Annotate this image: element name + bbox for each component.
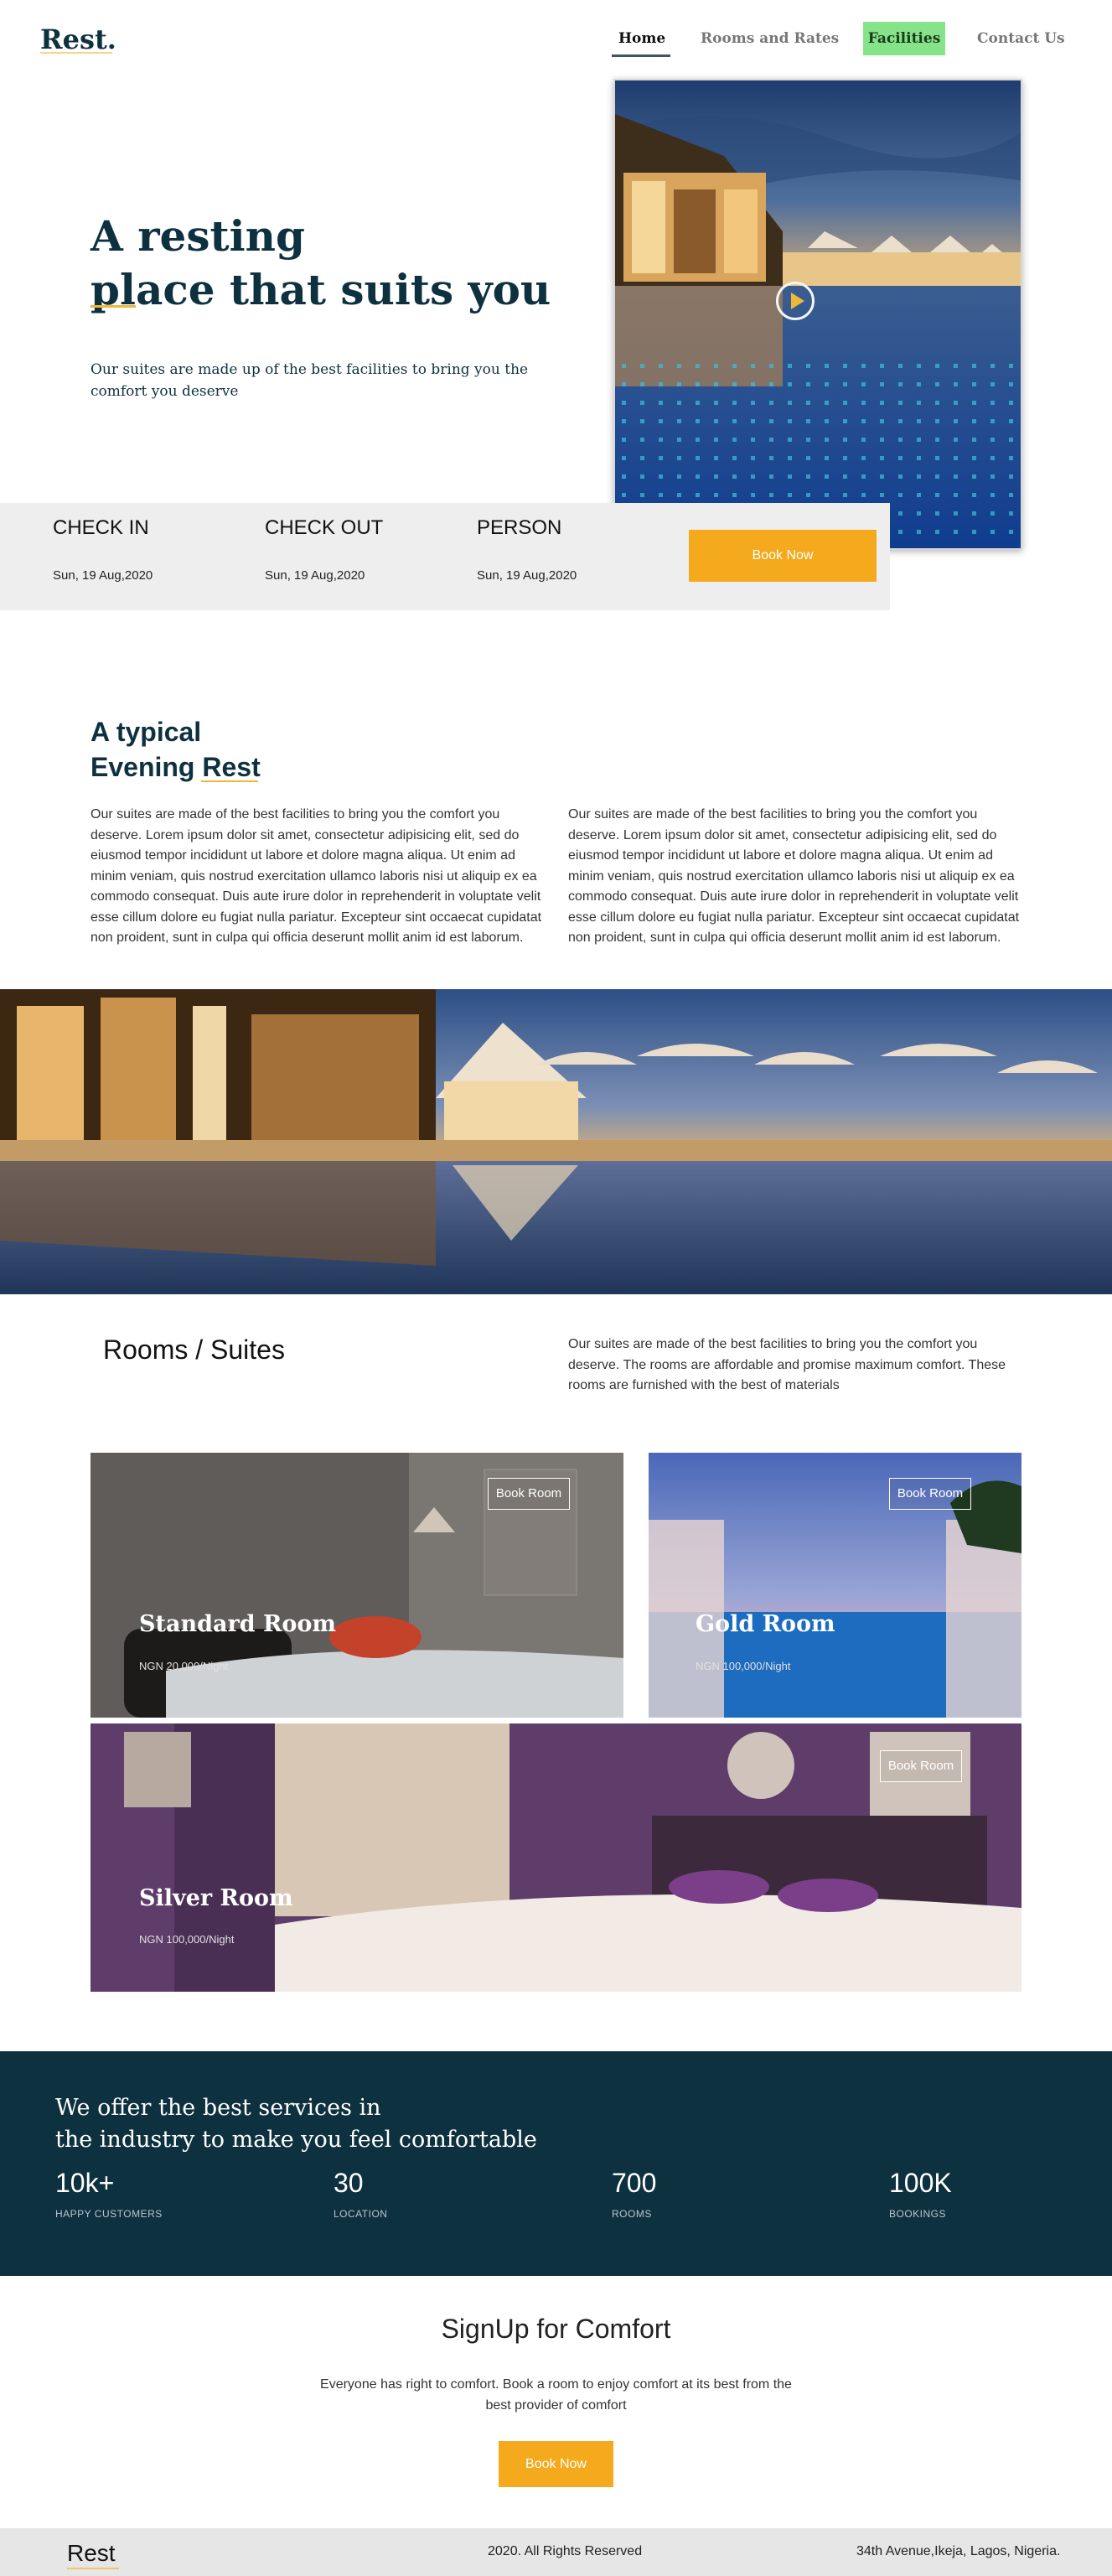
stats-title-line2: the industry to make you feel comfortabl…	[55, 2127, 537, 2153]
book-now-button[interactable]: Book Now	[689, 530, 877, 582]
standard-room-name: Standard Room	[139, 1611, 336, 1637]
signup-title: SignUp for Comfort	[441, 2314, 671, 2344]
stats-section	[0, 2051, 1112, 2276]
play-icon[interactable]	[776, 282, 815, 320]
silver-room-name: Silver Room	[139, 1885, 293, 1911]
evening-title-line1: A typical	[91, 717, 202, 747]
stats-title-line1: We offer the best services in	[55, 2095, 381, 2121]
check-out-label: CHECK OUT	[265, 516, 384, 539]
nav-facilities[interactable]: Facilities	[863, 22, 945, 55]
footer-copyright: 2020. All Rights Reserved	[488, 2544, 643, 2558]
evening-paragraph-right: Our suites are made of the best faciliti…	[568, 807, 1020, 945]
stat-value-customers: 10k+	[55, 2168, 115, 2198]
signup-text: Everyone has right to comfort. Book a ro…	[320, 2377, 792, 2413]
nav-contact-us[interactable]: Contact Us	[977, 30, 1065, 47]
hero-title-rule	[91, 305, 136, 308]
site-logo[interactable]: Rest.	[40, 23, 116, 55]
check-out-value[interactable]: Sun, 19 Aug,2020	[265, 568, 365, 583]
hero-subtitle: Our suites are made up of the best facil…	[91, 361, 529, 400]
rooms-section-description: Our suites are made of the best faciliti…	[568, 1337, 1006, 1392]
stat-value-location: 30	[334, 2168, 364, 2198]
footer-logo[interactable]: Rest	[67, 2540, 116, 2567]
silver-room-book-button[interactable]: Book Room	[880, 1750, 962, 1782]
footer-logo-underline	[67, 2568, 119, 2569]
stat-label-bookings: BOOKINGS	[889, 2208, 947, 2220]
stats-title: We offer the best services in the indust…	[55, 2092, 537, 2156]
nav-active-indicator	[612, 54, 670, 57]
standard-room-book-button[interactable]: Book Room	[488, 1478, 570, 1510]
stat-label-location: LOCATION	[334, 2208, 388, 2220]
gold-room-price: NGN 100,000/Night	[696, 1660, 791, 1672]
logo-underline	[40, 52, 112, 54]
person-label: PERSON	[477, 516, 562, 539]
stat-label-customers: HAPPY CUSTOMERS	[55, 2208, 163, 2220]
person-value[interactable]: Sun, 19 Aug,2020	[477, 568, 577, 583]
signup-book-now-button[interactable]: Book Now	[499, 2441, 613, 2487]
hero-title-line1: A resting	[91, 211, 305, 261]
stat-value-rooms: 700	[612, 2168, 657, 2198]
stat-label-rooms: ROOMS	[612, 2208, 652, 2220]
rooms-section-title: Rooms / Suites	[103, 1335, 285, 1365]
silver-room-price: NGN 100,000/Night	[139, 1933, 235, 1946]
footer-address: 34th Avenue,Ikeja, Lagos, Nigeria.	[856, 2544, 1061, 2558]
evening-paragraph-left: Our suites are made of the best faciliti…	[91, 807, 542, 945]
check-in-label: CHECK IN	[53, 516, 149, 539]
evening-title: A typical Evening Rest	[91, 714, 261, 785]
hero-pool-image	[613, 79, 1022, 550]
evening-title-rule	[201, 780, 258, 782]
nav-home[interactable]: Home	[618, 30, 665, 47]
hero-title: A resting place that suits you	[91, 210, 551, 317]
gold-room-name: Gold Room	[696, 1611, 835, 1637]
standard-room-price: NGN 20,000/Night	[139, 1660, 229, 1672]
check-in-value[interactable]: Sun, 19 Aug,2020	[53, 568, 153, 583]
stat-value-bookings: 100K	[889, 2168, 952, 2198]
pool-banner-image	[0, 989, 1112, 1294]
nav-rooms-and-rates[interactable]: Rooms and Rates	[701, 30, 839, 47]
evening-title-line2: Evening Rest	[91, 752, 261, 782]
hero-title-line2: place that suits you	[91, 265, 551, 314]
gold-room-book-button[interactable]: Book Room	[889, 1478, 971, 1510]
